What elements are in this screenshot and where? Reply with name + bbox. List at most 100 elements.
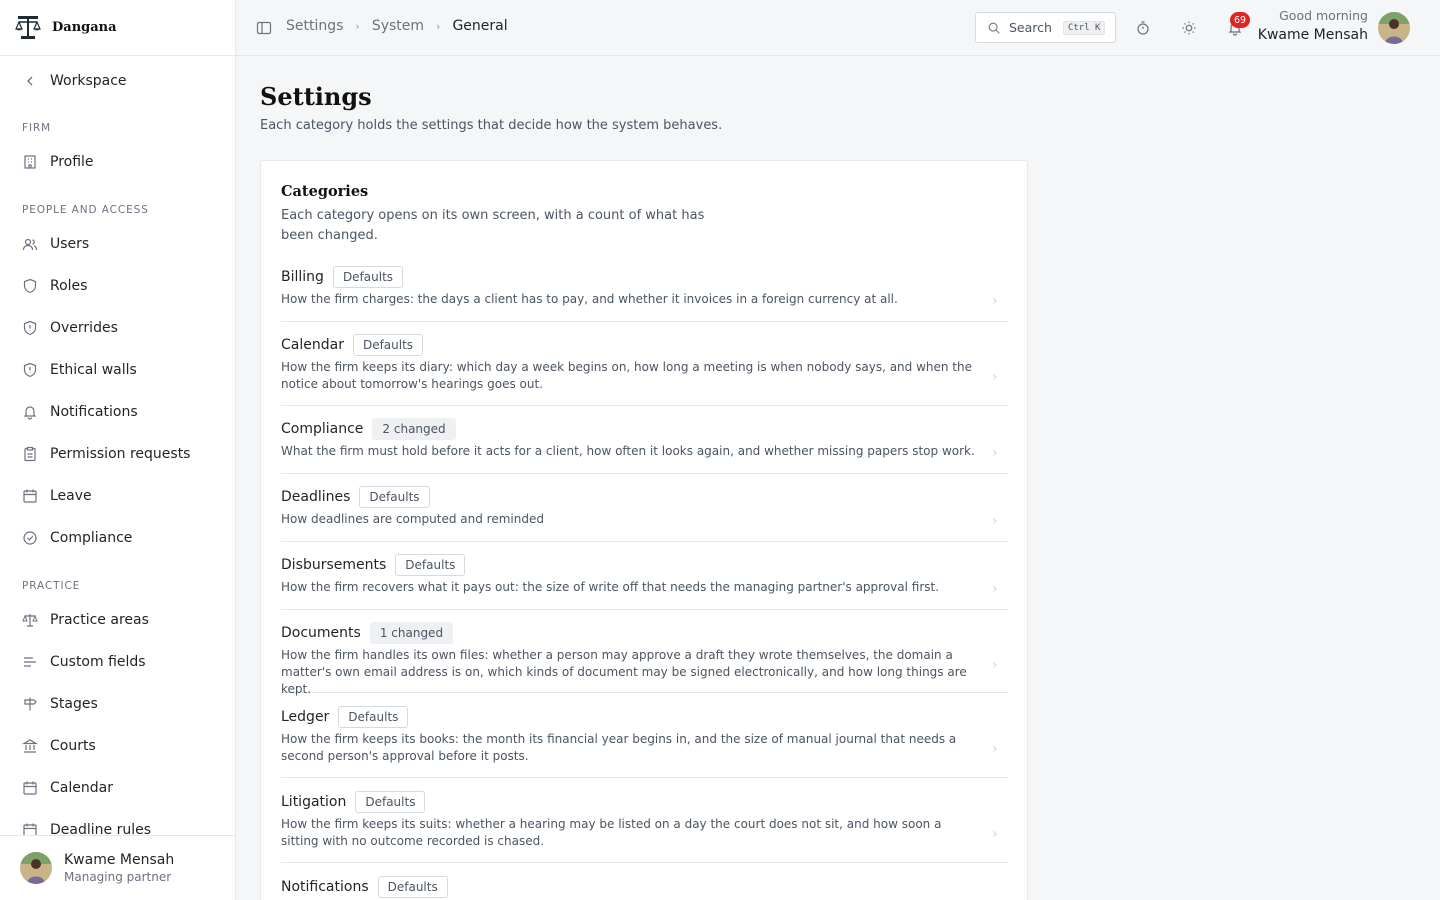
category-name: Disbursements [281,557,387,573]
sidebar-item-stages[interactable]: Stages [22,694,222,714]
sidebar-item-label: Calendar [50,780,113,796]
category-row-disbursements[interactable]: Disbursements Defaults How the firm recov… [281,553,1008,610]
sidebar-item-calendar[interactable]: Calendar [22,778,222,798]
chevron-right-icon: › [992,656,998,673]
category-description: How the firm keeps its books: the month … [281,732,957,763]
chevron-right-icon: › [992,369,998,385]
category-status-badge: Defaults [359,486,430,508]
chevron-right-icon: › [992,445,998,461]
greeting-user-name: Kwame Mensah [1257,27,1368,43]
chevron-right-icon: › [992,581,998,597]
category-row-billing[interactable]: Billing Defaults How the firm charges: th… [281,265,1008,322]
category-status-badge: Defaults [352,334,424,356]
sun-icon[interactable] [1181,20,1197,36]
sidebar-item-label: Courts [50,738,96,754]
timer-icon[interactable] [1135,20,1151,36]
category-status-badge: 1 changed [369,622,454,644]
category-status-badge: Defaults [395,554,466,576]
calendar-icon [23,489,37,503]
categories-card: Categories Each category opens on its ow… [260,160,1028,900]
back-label: Workspace [50,73,127,89]
chevron-right-icon: › [436,19,441,33]
search-shortcut: Ctrl K [1062,20,1106,35]
category-description: How the firm keeps its diary: which day … [281,360,973,391]
chevron-right-icon: › [355,19,360,33]
category-row-deadlines[interactable]: Deadlines Defaults How deadlines are comp… [281,485,1008,542]
sidebar-item-leave[interactable]: Leave [22,486,222,506]
sidebar-item-notifications[interactable]: Notifications [22,402,222,422]
category-description: How deadlines are computed and reminded [281,512,544,526]
user-role: Managing partner [64,869,172,884]
breadcrumb-settings[interactable]: Settings [286,18,343,34]
category-name: Deadlines [281,489,351,505]
category-row-notifications[interactable]: Notifications Defaults [281,875,1008,900]
user-name: Kwame Mensah [64,851,175,868]
list-icon [24,657,36,667]
category-description: How the firm recovers what it pays out: … [281,580,940,594]
sidebar-toggle-icon[interactable] [256,20,272,36]
signpost-icon [24,697,37,711]
clipboard-icon [24,446,36,462]
current-user[interactable]: Kwame Mensah Managing partner [0,835,235,900]
category-name: Calendar [281,337,344,353]
category-status-badge: 2 changed [372,418,456,440]
greeting: Good morning Kwame Mensah [1258,8,1368,46]
calendar-clock-icon [23,823,37,835]
scale-icon [22,614,38,627]
category-status-badge: Defaults [338,706,409,728]
sidebar-item-label: Compliance [50,530,133,546]
search-label: Search [1009,20,1052,35]
chevron-right-icon: › [992,513,998,529]
category-description: What the firm must hold before it acts f… [281,444,975,458]
sidebar-item-deadline-rules[interactable]: Deadline rules [22,820,222,835]
avatar[interactable] [1378,12,1410,44]
sidebar-item-permission-requests[interactable]: Permission requests [22,444,222,464]
breadcrumb: Settings › System › General [286,18,508,34]
sidebar-item-users[interactable]: Users [22,234,222,254]
chevron-left-icon [27,76,33,86]
category-row-ledger[interactable]: Ledger Defaults How the firm keeps its bo… [281,705,1008,778]
chevron-right-icon: › [992,826,998,842]
category-name: Notifications [281,879,369,895]
sidebar: Dangana Workspace FIRM Profile PEOPLE AN… [0,0,236,900]
scales-logo-icon [15,15,41,39]
category-status-badge: Defaults [377,876,448,898]
notification-count-badge: 69 [1230,12,1251,28]
chevron-right-icon: › [992,741,998,757]
sidebar-item-ethical-walls[interactable]: Ethical walls [22,360,222,380]
sidebar-item-compliance[interactable]: Compliance [22,528,222,548]
category-row-documents[interactable]: Documents 1 changed How the firm handles … [281,621,1008,696]
building-icon [24,155,36,169]
settings-nav: Workspace FIRM Profile PEOPLE AND ACCESS… [0,56,235,835]
page-subtitle: Each category holds the settings that de… [260,118,723,133]
category-description: How the firm charges: the days a client … [281,292,898,306]
category-status-badge: Defaults [332,266,404,288]
users-icon [22,238,38,251]
back-to-workspace-link[interactable]: Workspace [22,71,127,91]
category-name: Litigation [281,794,347,810]
check-circle-icon [23,531,37,545]
category-name: Documents [281,625,361,641]
avatar [20,852,52,884]
category-row-calendar[interactable]: Calendar Defaults How the firm keeps its … [281,333,1008,406]
brand[interactable]: Dangana [0,0,235,56]
breadcrumb-system[interactable]: System [372,18,424,34]
category-row-compliance[interactable]: Compliance 2 changed What the firm must h… [281,417,1008,474]
shield-icon [23,278,37,294]
category-row-litigation[interactable]: Litigation Defaults How the firm keeps it… [281,790,1008,863]
sidebar-item-custom-fields[interactable]: Custom fields [22,652,222,672]
sidebar-item-roles[interactable]: Roles [22,276,222,296]
sidebar-item-practice-areas[interactable]: Practice areas [22,610,222,630]
shield-alert-icon [23,320,37,336]
sidebar-item-courts[interactable]: Courts [22,736,222,756]
sidebar-item-profile[interactable]: Profile [22,152,222,172]
sidebar-item-label: Deadline rules [50,822,152,835]
category-name: Billing [281,269,324,285]
category-name: Ledger [281,709,330,725]
section-firm: FIRM [22,122,52,134]
bell-icon [23,406,37,420]
landmark-icon [22,739,38,753]
sidebar-item-label: Users [50,236,90,252]
sidebar-item-overrides[interactable]: Overrides [22,318,222,338]
search-button[interactable]: Search Ctrl K [975,12,1116,43]
